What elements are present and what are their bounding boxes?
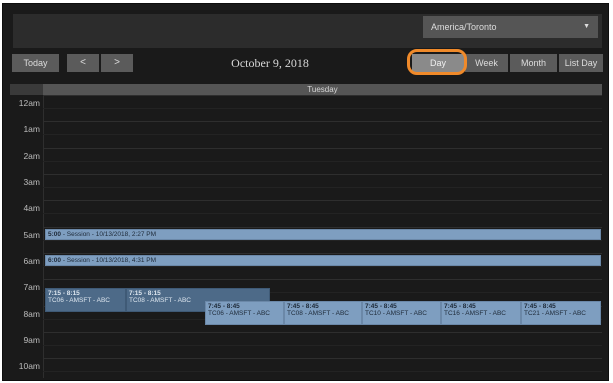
day-grid: Tuesday 12am 1am 2am 3am 4am 5am 6am 7am… <box>10 84 602 378</box>
half-hour-line <box>43 213 602 214</box>
hour-label: 4am <box>23 203 40 213</box>
event-time: 7:15 - 8:15 <box>48 290 80 297</box>
next-button[interactable]: > <box>101 54 133 72</box>
hour-line <box>43 121 602 122</box>
hour-line <box>43 253 602 254</box>
hour-label: 2am <box>23 151 40 161</box>
calendar-event[interactable]: 6:00 - Session - 10/13/2018, 4:31 PM <box>45 255 601 266</box>
hour-line <box>43 358 602 359</box>
calendar-event[interactable]: 5:00 - Session - 10/13/2018, 2:27 PM <box>45 229 601 240</box>
calendar-event[interactable]: 7:45 - 8:45 TC08 - AMSFT - ABC <box>284 301 362 325</box>
event-time: 7:15 - 8:15 <box>129 290 161 297</box>
event-time: 7:45 - 8:45 <box>524 303 556 310</box>
event-time: 6:00 <box>48 257 62 264</box>
week-view-button[interactable]: Week <box>465 54 508 72</box>
event-title: TC06 - AMSFT - ABC <box>208 310 271 317</box>
half-hour-line <box>43 187 602 188</box>
calendar-event[interactable]: 7:15 - 8:15 TC06 - AMSFT - ABC <box>45 288 126 312</box>
half-hour-line <box>43 240 602 241</box>
calendar-event[interactable]: 7:45 - 8:45 TC21 - AMSFT - ABC <box>521 301 601 325</box>
hour-line <box>43 95 602 96</box>
half-hour-line <box>43 345 602 346</box>
event-time: 7:45 - 8:45 <box>365 303 397 310</box>
date-title: October 9, 2018 <box>231 56 309 70</box>
half-hour-line <box>43 108 602 109</box>
hour-line <box>43 174 602 175</box>
hour-line <box>43 279 602 280</box>
hour-label: 9am <box>23 335 40 345</box>
event-title: TC16 - AMSFT - ABC <box>444 310 507 317</box>
calendar-event[interactable]: 7:45 - 8:45 TC10 - AMSFT - ABC <box>362 301 441 325</box>
event-title: TC10 - AMSFT - ABC <box>365 310 428 317</box>
half-hour-line <box>43 161 602 162</box>
timezone-value: America/Toronto <box>431 22 497 32</box>
half-hour-line <box>43 371 602 372</box>
event-time: 5:00 <box>48 231 62 238</box>
time-gutter-header <box>10 84 43 95</box>
event-title: - Session - 10/13/2018, 2:27 PM <box>62 231 157 238</box>
event-title: TC06 - AMSFT - ABC <box>48 297 111 304</box>
hour-label: 6am <box>23 256 40 266</box>
event-time: 7:45 - 8:45 <box>287 303 319 310</box>
month-view-button[interactable]: Month <box>510 54 557 72</box>
event-title: TC21 - AMSFT - ABC <box>524 310 587 317</box>
hour-label: 10am <box>18 361 40 371</box>
prev-button[interactable]: < <box>67 54 99 72</box>
event-time: 7:45 - 8:45 <box>444 303 476 310</box>
hour-label: 1am <box>23 124 40 134</box>
event-time: 7:45 - 8:45 <box>208 303 240 310</box>
hour-label: 5am <box>23 230 40 240</box>
gutter-divider <box>43 95 44 378</box>
timezone-select[interactable]: America/Toronto ▼ <box>423 16 598 38</box>
hour-line <box>43 332 602 333</box>
event-title: - Session - 10/13/2018, 4:31 PM <box>62 257 157 264</box>
half-hour-line <box>43 134 602 135</box>
calendar-event[interactable]: 7:45 - 8:45 TC06 - AMSFT - ABC <box>205 301 284 325</box>
hour-line <box>43 227 602 228</box>
event-title: TC08 - AMSFT - ABC <box>287 310 350 317</box>
calendar-event[interactable]: 7:45 - 8:45 TC16 - AMSFT - ABC <box>441 301 521 325</box>
list-day-view-button[interactable]: List Day <box>559 54 603 72</box>
hour-label: 12am <box>18 98 40 108</box>
today-button[interactable]: Today <box>12 54 59 72</box>
hour-label: 7am <box>23 282 40 292</box>
hour-label: 8am <box>23 309 40 319</box>
hour-line <box>43 200 602 201</box>
day-column-header: Tuesday <box>43 84 602 95</box>
chevron-down-icon: ▼ <box>583 23 590 30</box>
day-view-button[interactable]: Day <box>412 54 464 72</box>
half-hour-line <box>43 266 602 267</box>
hour-label: 3am <box>23 177 40 187</box>
hour-line <box>43 148 602 149</box>
